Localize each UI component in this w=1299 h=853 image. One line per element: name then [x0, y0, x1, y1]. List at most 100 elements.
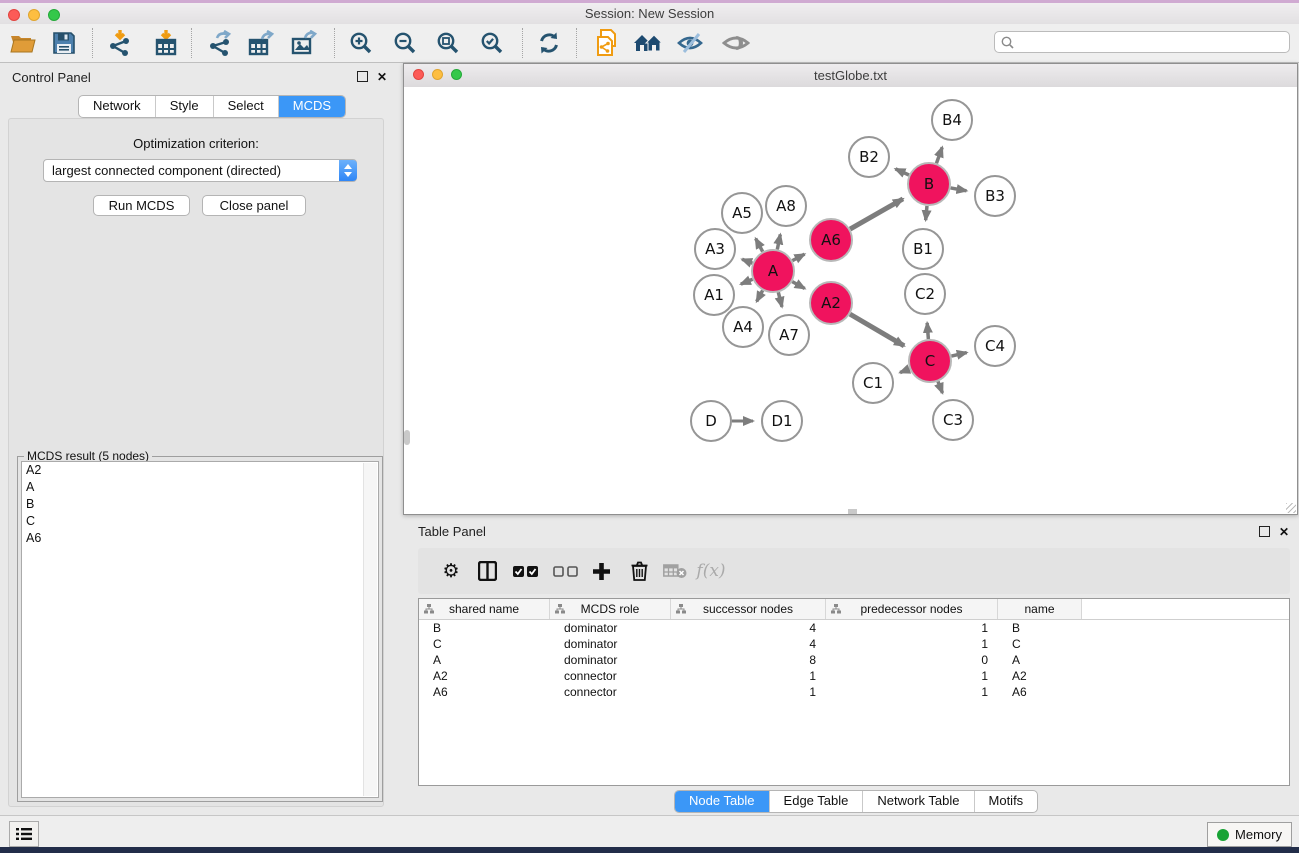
- export-image-icon[interactable]: [286, 26, 322, 60]
- graph-edge-B-B2[interactable]: [895, 169, 908, 175]
- graph-node-A4[interactable]: A4: [723, 307, 763, 347]
- mcds-result-list[interactable]: A2ABCA6: [21, 461, 379, 798]
- close-table-panel-icon[interactable]: ✕: [1279, 527, 1289, 537]
- graph-edge-A-A1[interactable]: [741, 279, 753, 284]
- tab-motifs[interactable]: Motifs: [975, 791, 1038, 812]
- zoom-fit-icon[interactable]: [430, 26, 466, 60]
- graph-node-B4[interactable]: B4: [932, 100, 972, 140]
- tab-node-table[interactable]: Node Table: [675, 791, 770, 812]
- graph-edge-A6-B[interactable]: [850, 199, 903, 229]
- tab-edge-table[interactable]: Edge Table: [770, 791, 864, 812]
- graph-node-D1[interactable]: D1: [762, 401, 802, 441]
- refresh-view-icon[interactable]: [531, 26, 567, 60]
- export-table-icon[interactable]: [243, 26, 279, 60]
- graph-edge-A-A3[interactable]: [742, 259, 752, 263]
- graph-node-C2[interactable]: C2: [905, 274, 945, 314]
- duplicate-network-icon[interactable]: [590, 26, 626, 60]
- graph-edge-A-A4[interactable]: [757, 290, 763, 301]
- column-header-shared-name[interactable]: shared name: [419, 599, 550, 619]
- table-row[interactable]: A6connector11A6: [419, 684, 1289, 700]
- node-table[interactable]: shared nameMCDS rolesuccessor nodesprede…: [418, 598, 1290, 786]
- list-scrollbar[interactable]: [363, 463, 377, 796]
- search-input[interactable]: [1019, 34, 1283, 50]
- column-view-icon[interactable]: [470, 548, 504, 594]
- graph-edge-B-B3[interactable]: [951, 188, 967, 191]
- run-mcds-button[interactable]: Run MCDS: [93, 195, 190, 216]
- vertical-scroll-thumb[interactable]: [404, 430, 410, 445]
- graph-node-C4[interactable]: C4: [975, 326, 1015, 366]
- tab-mcds[interactable]: MCDS: [279, 96, 345, 117]
- close-panel-icon[interactable]: ✕: [377, 72, 387, 82]
- graph-edge-C-C2[interactable]: [927, 323, 928, 339]
- graph-node-C[interactable]: C: [909, 340, 951, 382]
- horizontal-scroll-thumb[interactable]: [848, 509, 857, 514]
- add-column-icon[interactable]: [584, 548, 618, 594]
- graph-node-A[interactable]: A: [752, 250, 794, 292]
- column-header-predecessor-nodes[interactable]: predecessor nodes: [826, 599, 998, 619]
- mcds-result-item[interactable]: A6: [22, 530, 378, 547]
- graph-edge-A-A6[interactable]: [792, 254, 804, 260]
- graph-edge-A-A7[interactable]: [778, 292, 782, 307]
- graph-node-C3[interactable]: C3: [933, 400, 973, 440]
- graph-edge-A-A5[interactable]: [756, 239, 763, 252]
- graph-node-A3[interactable]: A3: [695, 229, 735, 269]
- graph-node-B3[interactable]: B3: [975, 176, 1015, 216]
- graph-node-D[interactable]: D: [691, 401, 731, 441]
- table-row[interactable]: Adominator80A: [419, 652, 1289, 668]
- graph-node-A1[interactable]: A1: [694, 275, 734, 315]
- criterion-dropdown[interactable]: largest connected component (directed): [43, 159, 357, 182]
- mcds-result-item[interactable]: B: [22, 496, 378, 513]
- float-table-panel-icon[interactable]: [1259, 526, 1270, 537]
- graph-node-B[interactable]: B: [908, 163, 950, 205]
- graph-node-A5[interactable]: A5: [722, 193, 762, 233]
- import-table-icon[interactable]: [148, 26, 184, 60]
- network-window-titlebar[interactable]: testGlobe.txt: [404, 64, 1297, 88]
- close-panel-button[interactable]: Close panel: [202, 195, 306, 216]
- zoom-in-icon[interactable]: [343, 26, 379, 60]
- tab-style[interactable]: Style: [156, 96, 214, 117]
- export-network-icon[interactable]: [202, 26, 238, 60]
- network-canvas[interactable]: AA1A2A3A4A5A6A7A8BB1B2B3B4CC1C2C3C4DD1: [404, 87, 1297, 514]
- open-session-icon[interactable]: [5, 26, 41, 60]
- task-history-button[interactable]: [9, 821, 39, 847]
- graph-edge-B-B4[interactable]: [936, 147, 942, 163]
- tab-network[interactable]: Network: [79, 96, 156, 117]
- select-all-icon[interactable]: [508, 548, 542, 594]
- column-header-MCDS-role[interactable]: MCDS role: [550, 599, 671, 619]
- column-header-successor-nodes[interactable]: successor nodes: [671, 599, 826, 619]
- tab-network-table[interactable]: Network Table: [863, 791, 974, 812]
- graph-edge-A-A2[interactable]: [792, 282, 804, 289]
- mcds-result-item[interactable]: C: [22, 513, 378, 530]
- graph-edge-C-C1[interactable]: [900, 369, 909, 373]
- table-row[interactable]: Cdominator41C: [419, 636, 1289, 652]
- delete-table-icon[interactable]: [658, 548, 692, 594]
- graph-edge-B-B1[interactable]: [926, 206, 927, 220]
- column-header-name[interactable]: name: [998, 599, 1082, 619]
- home-icon[interactable]: [630, 26, 666, 60]
- function-builder-icon[interactable]: f(x): [694, 548, 728, 594]
- graph-node-A6[interactable]: A6: [810, 219, 852, 261]
- table-row[interactable]: A2connector11A2: [419, 668, 1289, 684]
- delete-column-icon[interactable]: [622, 548, 656, 594]
- zoom-selected-icon[interactable]: [474, 26, 510, 60]
- resize-grip[interactable]: [1286, 503, 1296, 513]
- import-network-icon[interactable]: [102, 26, 138, 60]
- graph-node-B1[interactable]: B1: [903, 229, 943, 269]
- hide-selected-icon[interactable]: [673, 26, 709, 60]
- float-panel-icon[interactable]: [357, 71, 368, 82]
- table-row[interactable]: Bdominator41B: [419, 620, 1289, 636]
- graph-node-C1[interactable]: C1: [853, 363, 893, 403]
- settings-icon[interactable]: ⚙: [434, 548, 468, 594]
- graph-edge-A-A8[interactable]: [777, 234, 780, 249]
- graph-node-A8[interactable]: A8: [766, 186, 806, 226]
- graph-edge-C-C3[interactable]: [938, 381, 942, 392]
- tab-select[interactable]: Select: [214, 96, 279, 117]
- graph-node-B2[interactable]: B2: [849, 137, 889, 177]
- graph-edge-A2-C[interactable]: [850, 314, 904, 346]
- deselect-all-icon[interactable]: [548, 548, 582, 594]
- save-session-icon[interactable]: [46, 26, 82, 60]
- show-all-icon[interactable]: [718, 26, 754, 60]
- zoom-out-icon[interactable]: [387, 26, 423, 60]
- mcds-result-item[interactable]: A2: [22, 462, 378, 479]
- memory-button[interactable]: Memory: [1207, 822, 1292, 847]
